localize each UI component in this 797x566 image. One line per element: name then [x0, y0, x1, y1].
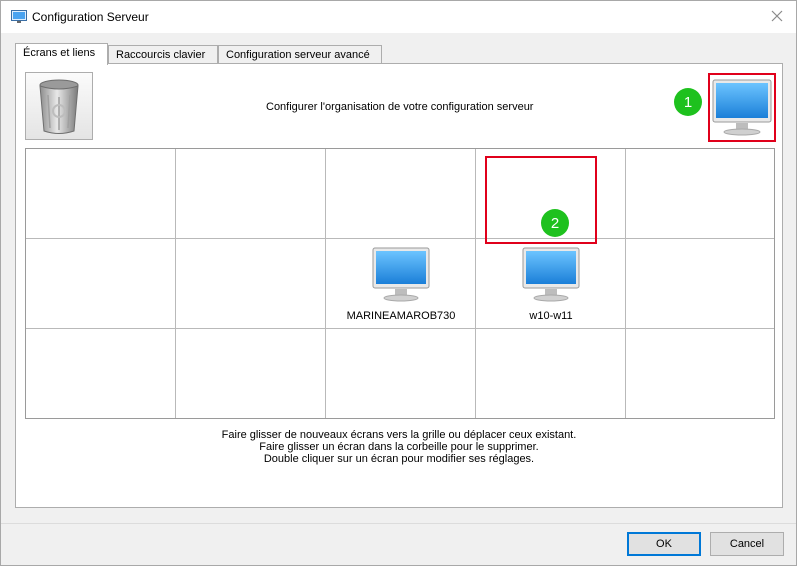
hint-line: Faire glisser de nouveaux écrans vers la… — [221, 429, 577, 441]
hint-line: Double cliquer sur un écran pour modifie… — [263, 453, 535, 465]
ok-button[interactable]: OK — [627, 532, 701, 556]
tab-panel-screens: Configurer l'organisation de votre confi… — [15, 63, 783, 508]
screen-name: w10-w11 — [529, 310, 573, 322]
tab-screens-and-links[interactable]: Écrans et liens — [15, 43, 108, 65]
hint-line: Faire glisser un écran dans la corbeille… — [259, 441, 539, 453]
panel-header-text: Configurer l'organisation de votre confi… — [266, 101, 534, 113]
screen-marineamarob730[interactable]: MARINEAMAROB730 — [326, 239, 476, 329]
badge-1: 1 — [674, 88, 702, 116]
title-bar: Configuration Serveur — [1, 1, 796, 33]
trash-icon — [39, 79, 79, 134]
new-screen-source[interactable] — [708, 73, 776, 142]
configuration-dialog: Configuration Serveur Écrans et liens Ra… — [0, 0, 797, 566]
tab-advanced-server-config[interactable]: Configuration serveur avancé — [218, 45, 382, 64]
close-icon[interactable] — [764, 5, 790, 27]
footer-separator — [1, 523, 796, 524]
app-icon — [11, 10, 27, 24]
monitor-icon — [712, 79, 772, 136]
screen-w10-w11[interactable]: w10-w11 — [476, 239, 626, 329]
highlight-box — [485, 156, 597, 244]
tab-keyboard-shortcuts[interactable]: Raccourcis clavier — [108, 45, 218, 64]
trash-button[interactable] — [25, 72, 93, 140]
monitor-icon — [522, 247, 580, 302]
window-title: Configuration Serveur — [32, 10, 149, 24]
grid-line — [175, 149, 176, 418]
badge-2: 2 — [541, 209, 569, 237]
cancel-button[interactable]: Cancel — [710, 532, 784, 556]
screen-name: MARINEAMAROB730 — [346, 310, 456, 322]
monitor-icon — [372, 247, 430, 302]
screen-grid[interactable]: MARINEAMAROB730 w10-w11 — [25, 148, 775, 419]
